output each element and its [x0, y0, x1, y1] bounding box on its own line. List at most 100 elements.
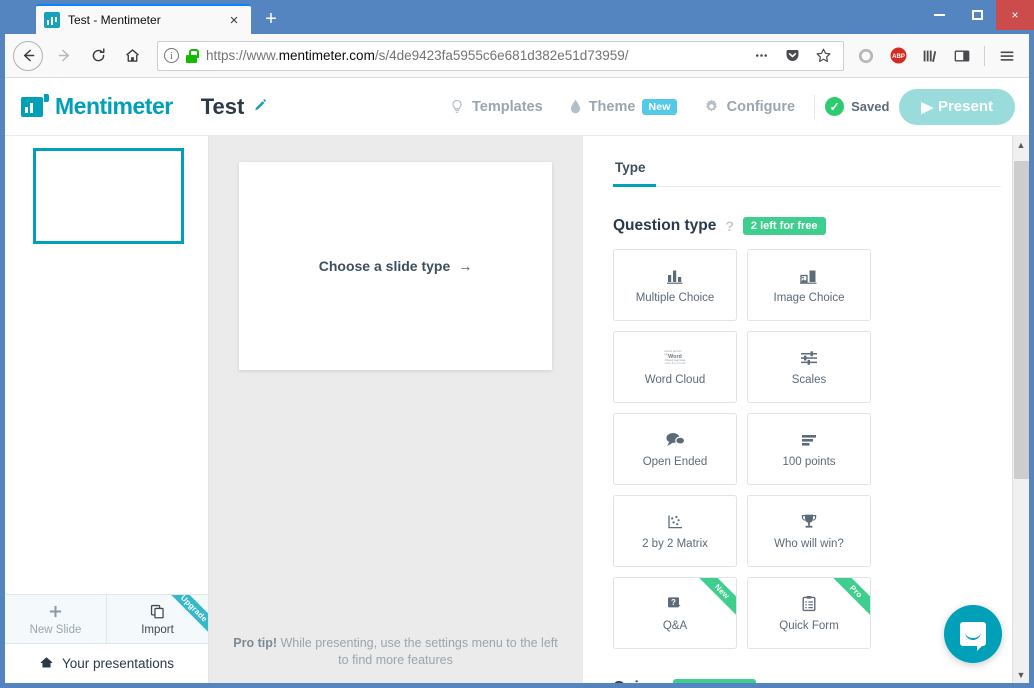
templates-label: Templates [472, 99, 543, 115]
sidebar-icon[interactable] [948, 42, 976, 70]
canvas-pane: Choose a slide type → Pro tip! While pre… [209, 136, 582, 683]
type-card-label: Who will win? [774, 538, 844, 550]
presentation-name: Test [201, 94, 245, 120]
configure-button[interactable]: Configure [690, 98, 808, 115]
choose-slide-type-cta[interactable]: Choose a slide type → [319, 258, 472, 274]
url-scheme: https://www. [206, 48, 279, 63]
hamburger-menu-icon[interactable] [993, 42, 1021, 70]
tab-type[interactable]: Type [613, 160, 656, 187]
lightbulb-icon [449, 98, 465, 115]
type-card-label: Quick Form [779, 620, 838, 632]
slide-canvas[interactable]: Choose a slide type → [239, 162, 552, 370]
library-icon[interactable] [916, 42, 944, 70]
reload-button[interactable] [81, 39, 115, 73]
type-card-scales[interactable]: Scales [747, 331, 871, 403]
saved-status: ✓ Saved [821, 97, 899, 116]
browser-toolbar-icons: ABP [852, 42, 1021, 70]
type-card-label: Q&A [663, 620, 687, 632]
type-card-100-points[interactable]: 100 points [747, 413, 871, 485]
help-icon[interactable]: ? [725, 218, 734, 234]
close-window-button[interactable]: × [996, 0, 1034, 30]
type-card-quick-form[interactable]: Quick Form Pro [747, 577, 871, 649]
theme-button[interactable]: Theme New [556, 98, 690, 115]
svg-text:ABP: ABP [892, 53, 905, 60]
toolbar-divider [984, 46, 985, 66]
question-type-title: Question type [613, 217, 716, 235]
plus-icon [47, 603, 64, 623]
configure-label: Configure [727, 99, 795, 115]
home-button[interactable] [115, 39, 149, 73]
copy-icon [149, 603, 166, 623]
bar-chart-icon [665, 267, 685, 285]
site-info-icon[interactable]: i [164, 48, 179, 63]
forward-button[interactable] [47, 39, 81, 73]
secure-lock-icon [185, 48, 198, 63]
maximize-button[interactable] [958, 0, 996, 30]
trophy-icon [800, 513, 818, 531]
edit-pencil-icon[interactable] [253, 98, 268, 116]
slide-pane-footer: New Slide Import Upgrade [5, 594, 208, 683]
type-card-multiple-choice[interactable]: Multiple Choice [613, 249, 737, 321]
pocket-icon[interactable] [778, 42, 806, 70]
header-divider [814, 95, 815, 119]
your-presentations-link[interactable]: Your presentations [5, 643, 208, 683]
droplet-icon [569, 98, 582, 115]
scroll-down-arrow-icon[interactable]: ▼ [1013, 666, 1029, 683]
ranked-bars-icon [799, 431, 819, 449]
scroll-up-arrow-icon[interactable]: ▲ [1013, 136, 1029, 153]
slide-pane: New Slide Import Upgrade [5, 136, 209, 683]
sync-circle-icon[interactable] [852, 42, 880, 70]
type-card-label: Image Choice [774, 292, 845, 304]
arrow-right-icon: → [458, 258, 472, 274]
url-bar-actions [743, 42, 837, 70]
question-type-grid: Multiple Choice Image Choice cloud words… [613, 249, 1001, 649]
mentimeter-favicon-icon [44, 12, 60, 28]
type-card-who-will-win[interactable]: Who will win? [747, 495, 871, 567]
clipboard-form-icon [800, 595, 818, 613]
minimize-button[interactable] [920, 0, 958, 30]
type-card-word-cloud[interactable]: cloud words say Word Cloud tag idea vote… [613, 331, 737, 403]
new-tab-button[interactable]: + [255, 4, 287, 34]
app-header: Mentimeter Test Templates Theme New [5, 78, 1029, 136]
browser-tab-title: Test - Mentimeter [68, 13, 225, 27]
present-button[interactable]: ▶ Present [899, 89, 1015, 125]
slide-thumbnail-1[interactable] [33, 148, 184, 244]
import-button[interactable]: Import Upgrade [107, 595, 208, 643]
browser-tab[interactable]: Test - Mentimeter × [36, 4, 251, 34]
type-card-image-choice[interactable]: Image Choice [747, 249, 871, 321]
adblock-plus-icon[interactable]: ABP [884, 42, 912, 70]
gear-icon [703, 98, 720, 115]
url-text: https://www.mentimeter.com/s/4de9423fa59… [206, 48, 743, 63]
templates-button[interactable]: Templates [436, 98, 556, 115]
type-card-open-ended[interactable]: Open Ended [613, 413, 737, 485]
page-actions-ellipsis-icon[interactable] [747, 42, 775, 70]
intercom-chat-button[interactable] [944, 605, 1002, 663]
type-pane: Type Question type ? 2 left for free Mul… [582, 136, 1029, 683]
url-path: /s/4de9423fa5955c6e681d382e51d73959/ [375, 48, 629, 63]
present-label: Present [938, 98, 993, 115]
intercom-chat-icon [960, 622, 986, 646]
your-presentations-label: Your presentations [62, 656, 174, 671]
window-controls: × [920, 0, 1034, 30]
bookmark-star-icon[interactable] [809, 42, 837, 70]
header-actions: Templates Theme New Configure ✓ Saved [436, 89, 1029, 125]
logo-tail-icon [44, 94, 49, 102]
type-card-label: Word Cloud [645, 374, 706, 386]
home-icon [39, 655, 54, 673]
type-pane-scrollbar[interactable]: ▲ ▼ [1012, 136, 1029, 683]
type-card-qa[interactable]: ? Q&A New [613, 577, 737, 649]
app-body: New Slide Import Upgrade [5, 136, 1029, 683]
new-slide-button[interactable]: New Slide [5, 595, 107, 643]
slide-actions: New Slide Import Upgrade [5, 594, 208, 643]
scrollbar-thumb[interactable] [1014, 161, 1029, 479]
type-card-label: 100 points [782, 456, 835, 468]
type-pane-inner: Type Question type ? 2 left for free Mul… [583, 136, 1029, 683]
close-icon[interactable]: × [225, 11, 243, 29]
url-bar[interactable]: i https://www.mentimeter.com/s/4de9423fa… [157, 41, 844, 71]
type-card-2-by-2-matrix[interactable]: 2 by 2 Matrix [613, 495, 737, 567]
back-button[interactable] [13, 41, 43, 71]
navigation-toolbar: i https://www.mentimeter.com/s/4de9423fa… [5, 34, 1029, 78]
mentimeter-logo[interactable]: Mentimeter [21, 93, 173, 120]
scatter-matrix-icon [665, 513, 685, 531]
check-circle-icon: ✓ [825, 97, 844, 116]
